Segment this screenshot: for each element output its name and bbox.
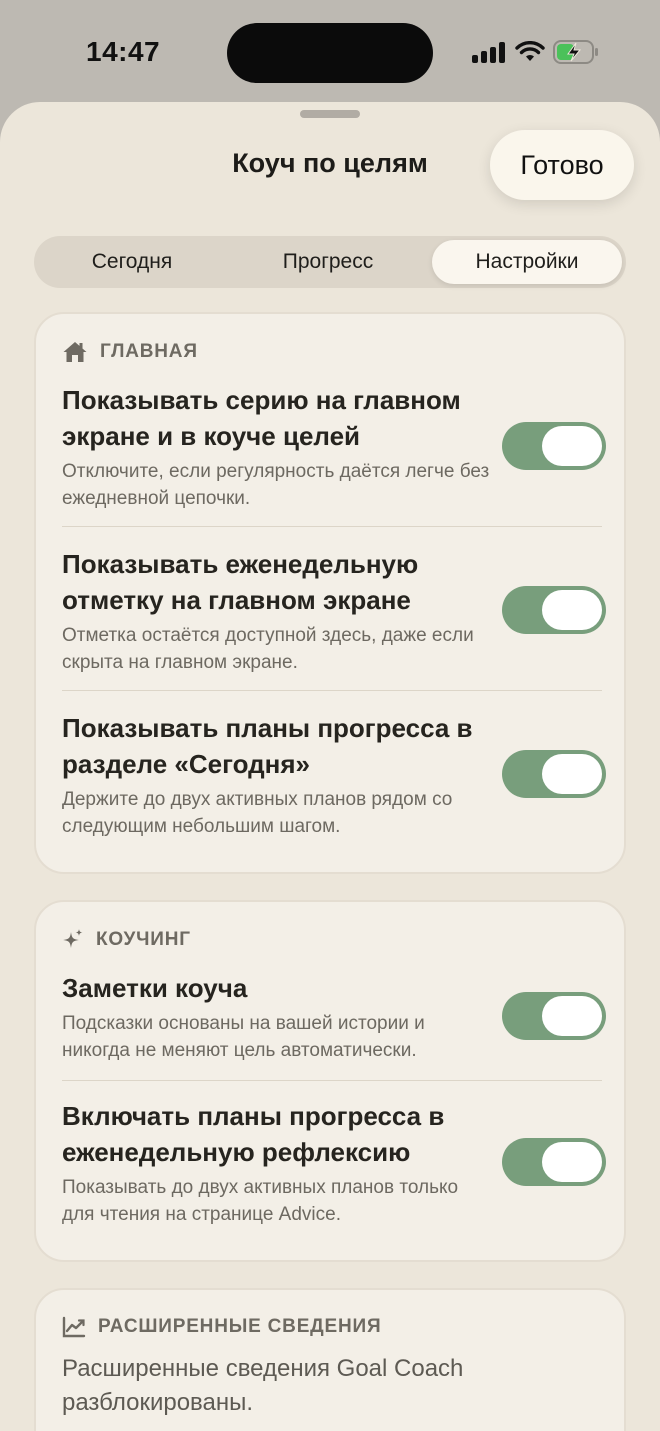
tab-progress[interactable]: Прогресс (230, 240, 426, 284)
section-header-home: ГЛАВНАЯ (62, 340, 198, 364)
setting-row-coach-notes: Заметки коуча Подсказки основаны на ваше… (62, 970, 606, 1064)
wifi-icon (515, 41, 545, 61)
section-label-advanced: РАСШИРЕННЫЕ СВЕДЕНИЯ (98, 1316, 382, 1337)
setting-row-weekly-checkin: Показывать еженедельную отметку на главн… (62, 546, 606, 676)
setting-subtitle: Отметка остаётся доступной здесь, даже е… (62, 625, 474, 673)
setting-title: Показывать еженедельную отметку на главн… (62, 549, 419, 615)
chart-line-icon (62, 1316, 86, 1338)
setting-title: Заметки коуча (62, 973, 248, 1003)
toggle-knob (542, 996, 602, 1036)
segmented-control: Сегодня Прогресс Настройки (34, 236, 626, 288)
sheet-grabber[interactable] (300, 110, 360, 118)
sparkles-icon (63, 929, 83, 948)
cellular-signal-icon (472, 41, 505, 63)
divider (62, 526, 602, 527)
advanced-insights-text: Расширенные сведения Goal Coach разблоки… (62, 1355, 464, 1416)
setting-title: Показывать серию на главном экране и в к… (62, 385, 461, 451)
advanced-insights-card: РАСШИРЕННЫЕ СВЕДЕНИЯ Расширенные сведени… (34, 1288, 626, 1431)
toggle-knob (542, 426, 602, 466)
setting-row-progress-plans-today: Показывать планы прогресса в разделе «Се… (62, 710, 606, 840)
status-time: 14:47 (86, 36, 161, 67)
divider (62, 690, 602, 691)
section-header-advanced: РАСШИРЕННЫЕ СВЕДЕНИЯ (62, 1316, 381, 1338)
tab-settings[interactable]: Настройки (432, 240, 622, 284)
setting-title: Показывать планы прогресса в разделе «Се… (62, 713, 473, 779)
status-icons (472, 40, 599, 64)
house-icon (63, 342, 87, 362)
setting-subtitle: Отключите, если регулярность даётся легч… (62, 461, 490, 509)
tab-today[interactable]: Сегодня (34, 240, 230, 284)
section-label-coaching: КОУЧИНГ (96, 929, 191, 950)
divider (62, 1080, 602, 1081)
toggle-coach-notes[interactable] (502, 992, 606, 1040)
setting-row-weekly-reflection: Включать планы прогресса в еженедельную … (62, 1098, 606, 1228)
goal-coach-sheet: Коуч по целям Готово Сегодня Прогресс На… (0, 102, 660, 1431)
coaching-settings-card: КОУЧИНГ Заметки коуча Подсказки основаны… (34, 900, 626, 1262)
home-settings-card: ГЛАВНАЯ Показывать серию на главном экра… (34, 312, 626, 874)
toggle-progress-plans-today[interactable] (502, 750, 606, 798)
toggle-knob (542, 590, 602, 630)
status-bar: 14:47 (0, 0, 660, 100)
setting-subtitle: Показывать до двух активных планов тольк… (62, 1177, 459, 1225)
section-label-home: ГЛАВНАЯ (100, 341, 198, 362)
setting-subtitle: Подсказки основаны на вашей истории и ни… (62, 1013, 425, 1061)
toggle-knob (542, 754, 602, 794)
done-button[interactable]: Готово (490, 130, 634, 200)
battery-charging-icon (553, 40, 598, 64)
setting-subtitle: Держите до двух активных планов рядом со… (62, 789, 453, 837)
dynamic-island (227, 23, 433, 83)
section-header-coaching: КОУЧИНГ (62, 928, 191, 952)
toggle-show-streak[interactable] (502, 422, 606, 470)
toggle-knob (542, 1142, 602, 1182)
setting-title: Включать планы прогресса в еженедельную … (62, 1101, 445, 1167)
toggle-weekly-checkin[interactable] (502, 586, 606, 634)
setting-row-show-streak: Показывать серию на главном экране и в к… (62, 382, 606, 512)
toggle-weekly-reflection[interactable] (502, 1138, 606, 1186)
